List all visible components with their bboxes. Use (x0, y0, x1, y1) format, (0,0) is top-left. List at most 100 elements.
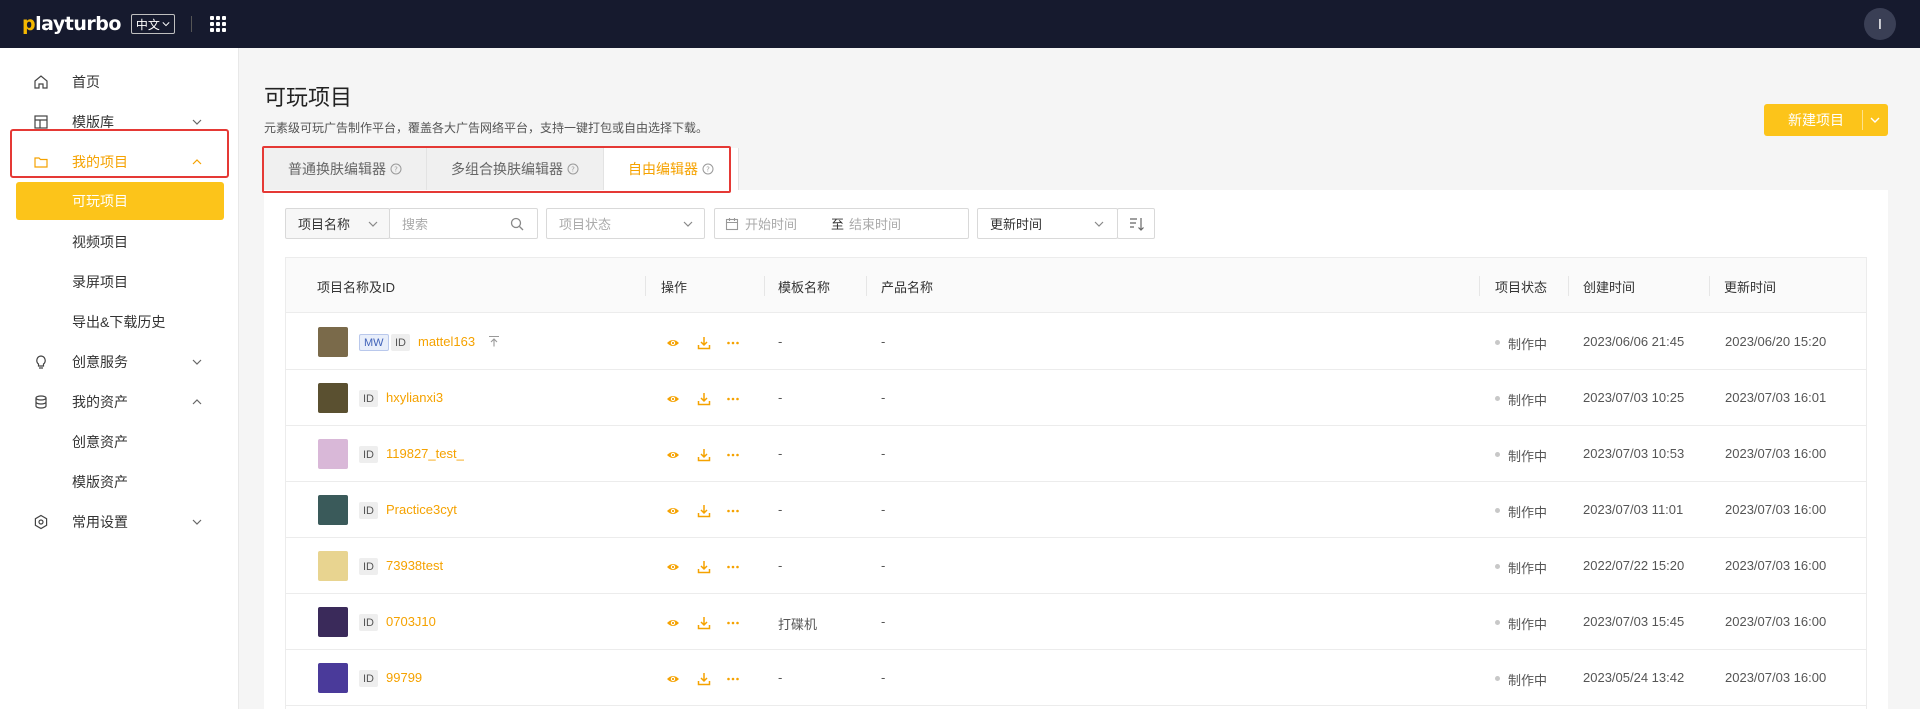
project-name-link[interactable]: Practice3cyt (386, 502, 457, 517)
sidebar-item-home[interactable]: 首页 (0, 62, 239, 102)
name-field-select[interactable]: 项目名称 (285, 208, 390, 239)
apps-grid-icon[interactable] (209, 16, 226, 32)
search-input[interactable]: 搜索 (389, 208, 538, 239)
download-icon[interactable] (697, 448, 711, 462)
more-icon[interactable] (726, 672, 740, 686)
col-updated: 更新时间 (1724, 280, 1777, 295)
top-bar: playturbo 中文 I (0, 0, 1920, 48)
id-badge[interactable]: ID (391, 334, 410, 351)
project-name-link[interactable]: 99799 (386, 670, 422, 685)
download-icon[interactable] (697, 616, 711, 630)
id-badge[interactable]: ID (359, 390, 378, 407)
sidebar-item-my-assets[interactable]: 我的资产 (0, 382, 239, 422)
date-range-picker[interactable]: 开始时间 至 结束时间 (714, 208, 969, 239)
status-badge: 制作中 (1508, 673, 1548, 688)
sidebar-item-export-history[interactable]: 导出&下载历史 (0, 302, 239, 342)
status-badge: 制作中 (1508, 337, 1548, 352)
language-switch[interactable]: 中文 (130, 14, 175, 34)
preview-eye-icon[interactable] (666, 560, 680, 574)
sort-field-select[interactable]: 更新时间 (977, 208, 1118, 239)
sidebar-item-creative-services[interactable]: 创意服务 (0, 342, 239, 382)
id-badge[interactable]: ID (359, 558, 378, 575)
col-status: 项目状态 (1495, 280, 1548, 295)
project-thumbnail[interactable] (318, 663, 348, 693)
id-badge[interactable]: ID (359, 502, 378, 519)
preview-eye-icon[interactable] (666, 672, 680, 686)
download-icon[interactable] (697, 392, 711, 406)
project-thumbnail[interactable] (318, 607, 348, 637)
project-thumbnail[interactable] (318, 495, 348, 525)
preview-eye-icon[interactable] (666, 504, 680, 518)
preview-eye-icon[interactable] (666, 336, 680, 350)
pin-top-icon[interactable] (488, 335, 500, 347)
col-product: 产品名称 (881, 280, 934, 295)
sidebar-item-screen-recording-projects[interactable]: 录屏项目 (0, 262, 239, 302)
project-thumbnail[interactable] (318, 383, 348, 413)
project-name-link[interactable]: hxylianxi3 (386, 390, 443, 405)
preview-eye-icon[interactable] (666, 448, 680, 462)
chevron-down-icon (192, 519, 202, 525)
product-name: - (881, 390, 886, 405)
bulb-icon (36, 355, 46, 369)
created-time: 2023/06/06 21:45 (1583, 334, 1685, 349)
project-thumbnail[interactable] (318, 551, 348, 581)
template-name: - (778, 670, 783, 685)
chevron-up-icon (192, 399, 202, 405)
project-name-link[interactable]: mattel163 (418, 334, 475, 349)
project-name-link[interactable]: 73938test (386, 558, 443, 573)
template-name: - (778, 446, 783, 461)
table-row: MW ID mattel163 - - 制作中 2023/06/06 21:45… (286, 314, 1866, 370)
search-icon[interactable] (510, 217, 524, 231)
col-template: 模板名称 (778, 280, 831, 295)
project-name-link[interactable]: 119827_test_ (386, 446, 464, 461)
settings-icon (34, 514, 48, 530)
download-icon[interactable] (697, 560, 711, 574)
sort-order-button[interactable] (1117, 208, 1155, 239)
project-thumbnail[interactable] (318, 439, 348, 469)
highlight-box-nav (10, 129, 229, 178)
updated-time: 2023/07/03 16:00 (1725, 446, 1827, 461)
id-badge[interactable]: ID (359, 614, 378, 631)
preview-eye-icon[interactable] (666, 392, 680, 406)
created-time: 2023/07/03 10:53 (1583, 446, 1685, 461)
product-name: - (881, 446, 886, 461)
more-icon[interactable] (726, 560, 740, 574)
sidebar-item-playable-projects[interactable]: 可玩项目 (16, 182, 224, 220)
more-icon[interactable] (726, 392, 740, 406)
sidebar-item-template-assets[interactable]: 模版资产 (0, 462, 239, 502)
project-thumbnail[interactable] (318, 327, 348, 357)
id-badge[interactable]: ID (359, 446, 378, 463)
sidebar-item-creative-assets[interactable]: 创意资产 (0, 422, 239, 462)
database-icon (35, 395, 47, 409)
chevron-down-icon[interactable] (1870, 116, 1880, 124)
id-badge[interactable]: ID (359, 670, 378, 687)
more-icon[interactable] (726, 504, 740, 518)
status-dot (1495, 452, 1500, 457)
user-avatar[interactable]: I (1864, 8, 1896, 40)
more-icon[interactable] (726, 448, 740, 462)
table-row: ID 99799 - - 制作中 2023/05/24 13:42 2023/0… (286, 650, 1866, 706)
created-time: 2023/07/03 15:45 (1583, 614, 1685, 629)
page-description: 元素级可玩广告制作平台，覆盖各大广告网络平台，支持一键打包或自由选择下载。 (264, 121, 709, 135)
calendar-icon (725, 217, 739, 230)
sidebar-item-video-projects[interactable]: 视频项目 (0, 222, 239, 262)
project-name-link[interactable]: 0703J10 (386, 614, 436, 629)
logo[interactable]: playturbo (22, 13, 121, 35)
download-icon[interactable] (697, 504, 711, 518)
sidebar-item-settings[interactable]: 常用设置 (0, 502, 239, 542)
updated-time: 2023/07/03 16:00 (1725, 670, 1827, 685)
created-time: 2023/07/03 10:25 (1583, 390, 1685, 405)
created-time: 2023/07/03 11:01 (1583, 502, 1684, 517)
status-dot (1495, 340, 1500, 345)
status-badge: 制作中 (1508, 561, 1548, 576)
more-icon[interactable] (726, 336, 740, 350)
template-icon (34, 115, 48, 129)
preview-eye-icon[interactable] (666, 616, 680, 630)
new-project-button[interactable]: 新建项目 (1764, 104, 1888, 136)
more-icon[interactable] (726, 616, 740, 630)
status-dot (1495, 620, 1500, 625)
status-dot (1495, 396, 1500, 401)
download-icon[interactable] (697, 336, 711, 350)
download-icon[interactable] (697, 672, 711, 686)
status-select[interactable]: 项目状态 (546, 208, 705, 239)
